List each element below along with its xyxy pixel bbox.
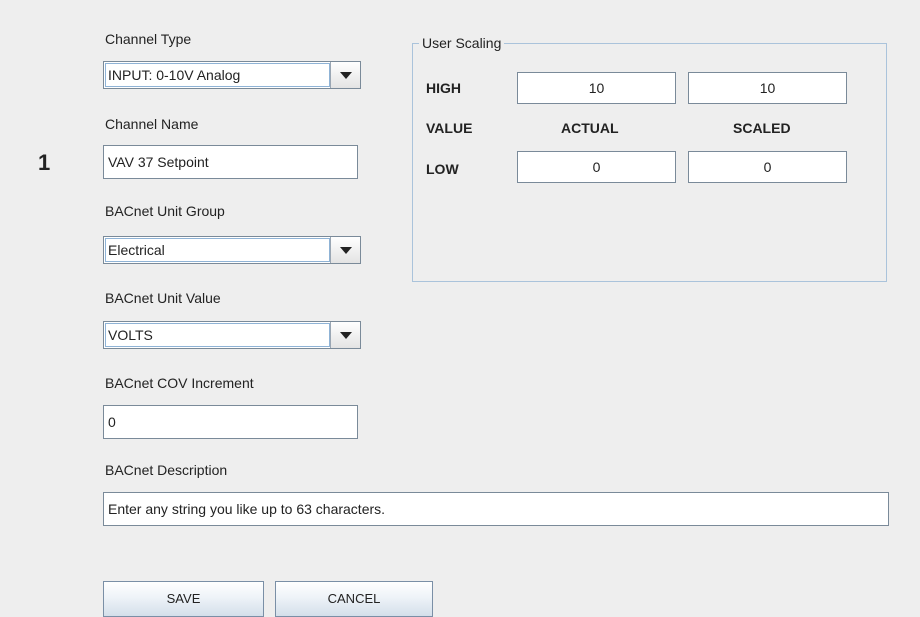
unit-value-label: BACnet Unit Value [105, 290, 221, 306]
channel-number: 1 [38, 150, 51, 175]
unit-group-label: BACnet Unit Group [105, 203, 225, 219]
channel-type-value: INPUT: 0-10V Analog [105, 63, 330, 87]
chevron-down-icon [340, 247, 352, 254]
user-scaling-title: User Scaling [419, 35, 505, 51]
high-scaled-input[interactable]: 10 [688, 72, 847, 104]
unit-group-dropdown[interactable]: Electrical [103, 236, 361, 264]
actual-column-header: ACTUAL [561, 120, 619, 136]
unit-group-dropdown-button[interactable] [330, 237, 360, 263]
low-actual-input[interactable]: 0 [517, 151, 676, 183]
chevron-down-icon [340, 332, 352, 339]
value-label: VALUE [426, 120, 473, 136]
unit-value-value: VOLTS [105, 323, 330, 347]
cancel-button[interactable]: CANCEL [275, 581, 433, 617]
channel-name-input[interactable]: VAV 37 Setpoint [103, 145, 358, 179]
high-label: HIGH [426, 80, 461, 96]
unit-group-value: Electrical [105, 238, 330, 262]
channel-name-label: Channel Name [105, 116, 199, 132]
unit-value-dropdown-button[interactable] [330, 322, 360, 348]
save-button[interactable]: SAVE [103, 581, 264, 617]
description-label: BACnet Description [105, 462, 228, 478]
scaled-column-header: SCALED [733, 120, 791, 136]
channel-type-dropdown-button[interactable] [330, 62, 360, 88]
low-scaled-input[interactable]: 0 [688, 151, 847, 183]
channel-type-dropdown[interactable]: INPUT: 0-10V Analog [103, 61, 361, 89]
low-label: LOW [426, 161, 459, 177]
unit-value-dropdown[interactable]: VOLTS [103, 321, 361, 349]
channel-type-label: Channel Type [105, 31, 192, 47]
description-input[interactable]: Enter any string you like up to 63 chara… [103, 492, 889, 526]
cov-increment-input[interactable]: 0 [103, 405, 358, 439]
chevron-down-icon [340, 72, 352, 79]
high-actual-input[interactable]: 10 [517, 72, 676, 104]
cov-increment-label: BACnet COV Increment [105, 375, 254, 391]
